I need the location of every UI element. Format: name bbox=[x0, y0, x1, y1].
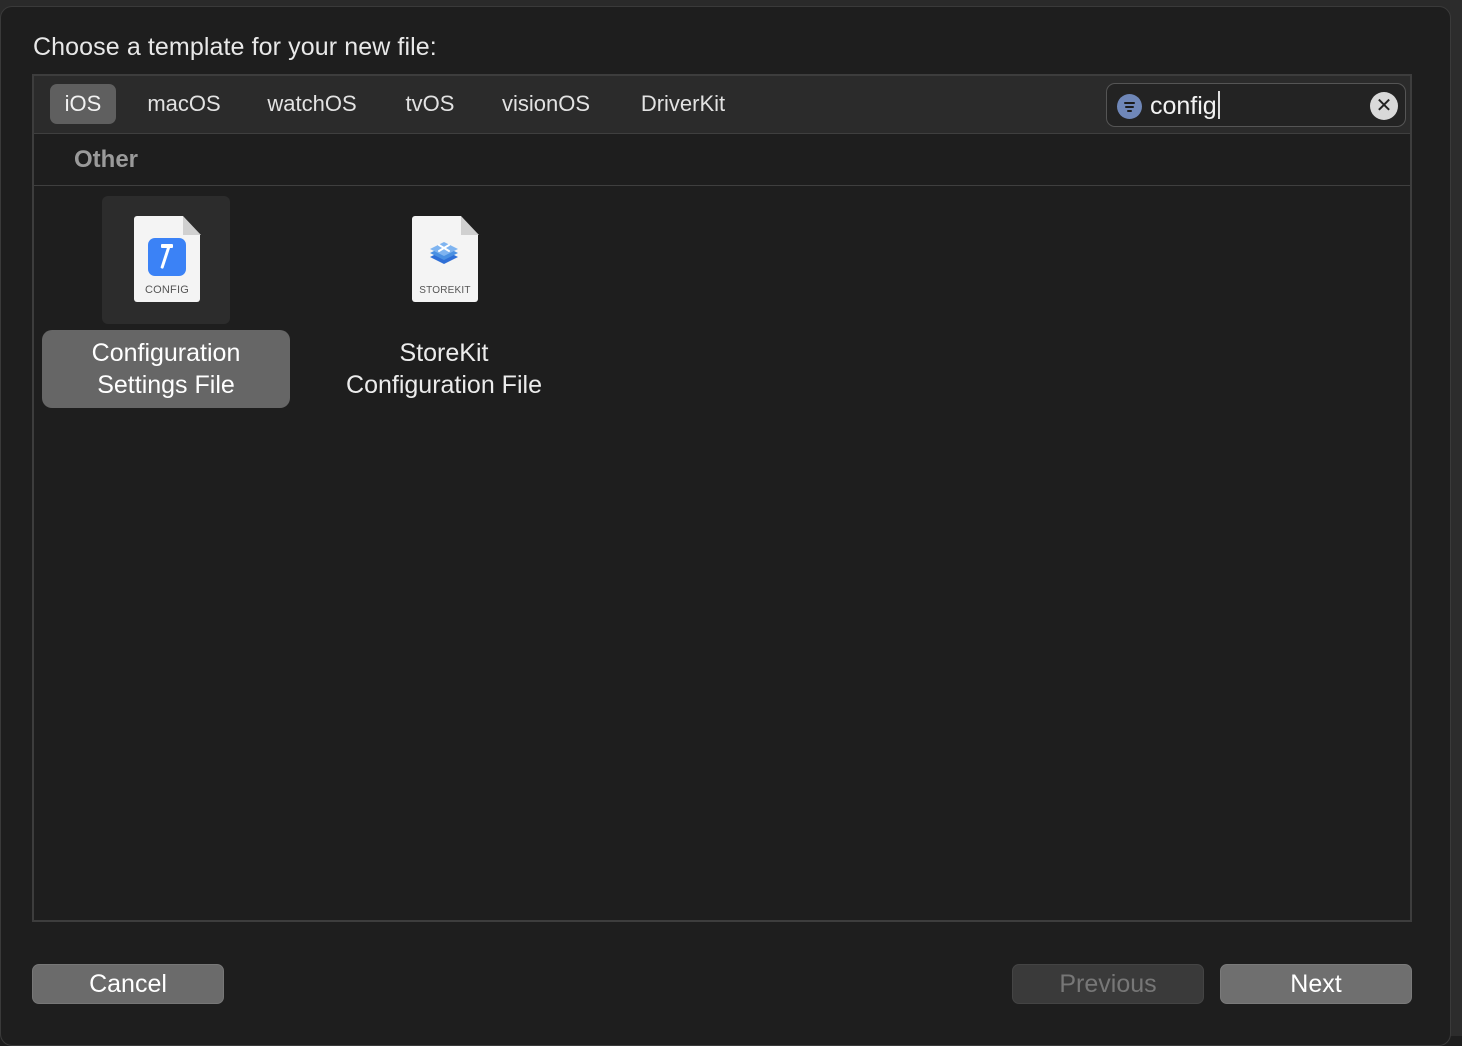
section-header: Other bbox=[34, 134, 1410, 186]
storekit-icon bbox=[430, 242, 458, 264]
template-name: StoreKit Configuration File bbox=[320, 330, 568, 408]
template-filter-field[interactable]: config ✕ bbox=[1106, 83, 1406, 127]
platform-toolbar: iOS macOS watchOS tvOS visionOS DriverKi… bbox=[34, 76, 1410, 134]
tab-driverkit[interactable]: DriverKit bbox=[628, 84, 738, 124]
background-window-edge bbox=[1450, 0, 1462, 1036]
next-button[interactable]: Next bbox=[1220, 964, 1412, 1004]
search-input[interactable]: config bbox=[1150, 90, 1220, 122]
template-name-line1: Configuration bbox=[91, 339, 241, 367]
filter-icon[interactable] bbox=[1117, 94, 1142, 119]
template-name-line2: Settings File bbox=[97, 371, 235, 399]
xcode-hammer-icon bbox=[148, 238, 186, 276]
file-badge-label: STOREKIT bbox=[419, 285, 471, 296]
search-value: config bbox=[1150, 92, 1217, 120]
template-name: Configuration Settings File bbox=[42, 330, 290, 408]
tab-visionos[interactable]: visionOS bbox=[490, 84, 602, 124]
file-badge-label: CONFIG bbox=[145, 284, 189, 296]
text-cursor bbox=[1217, 91, 1220, 119]
tab-macos[interactable]: macOS bbox=[134, 84, 234, 124]
cancel-button[interactable]: Cancel bbox=[32, 964, 224, 1004]
clear-icon[interactable]: ✕ bbox=[1370, 92, 1398, 120]
page-fold bbox=[461, 216, 479, 235]
template-name-line1: StoreKit bbox=[399, 339, 489, 367]
tab-ios[interactable]: iOS bbox=[50, 84, 116, 124]
dialog-title: Choose a template for your new file: bbox=[33, 33, 437, 61]
previous-button[interactable]: Previous bbox=[1012, 964, 1204, 1004]
template-chooser: iOS macOS watchOS tvOS visionOS DriverKi… bbox=[32, 74, 1412, 922]
tab-watchos[interactable]: watchOS bbox=[256, 84, 368, 124]
section-label: Other bbox=[74, 146, 139, 173]
tab-tvos[interactable]: tvOS bbox=[394, 84, 466, 124]
template-name-line2: Configuration File bbox=[346, 371, 542, 399]
